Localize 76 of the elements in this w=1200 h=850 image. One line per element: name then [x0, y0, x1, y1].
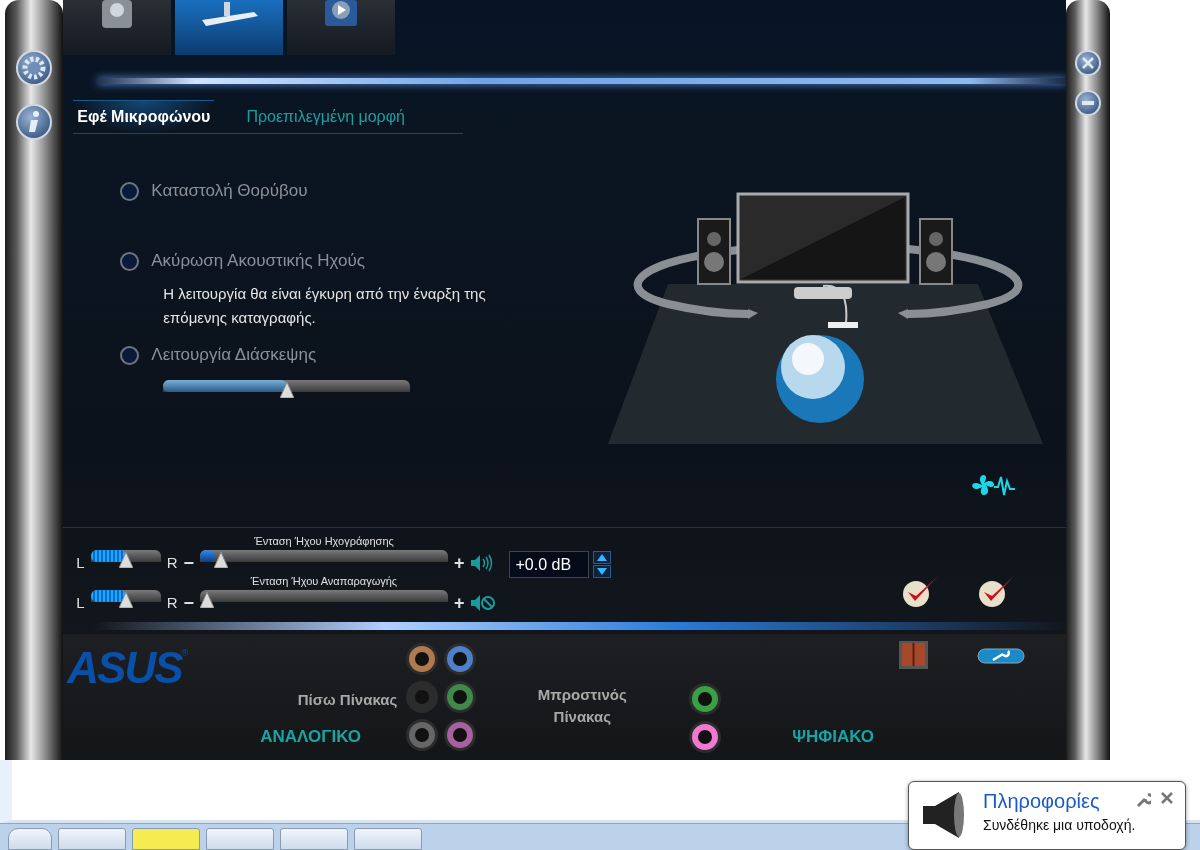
speaker-icon — [470, 554, 495, 572]
audio-jack[interactable] — [409, 646, 436, 672]
door-icon — [898, 640, 930, 670]
muted-speaker-button[interactable] — [470, 594, 495, 612]
slider-thumb[interactable] — [200, 592, 214, 608]
gain-field[interactable]: +0.0 dB — [508, 551, 589, 578]
group-label: ΨΗΦΙΑΚΟ — [791, 727, 875, 747]
audio-jack[interactable] — [692, 686, 719, 712]
taskbar-button[interactable] — [8, 828, 52, 850]
audio-jack[interactable] — [692, 724, 719, 750]
minimize-icon — [1082, 101, 1095, 105]
left-label: L — [76, 554, 85, 572]
taskbar-button[interactable] — [206, 828, 274, 850]
group-label: ΑΝΑΛΟΓΙΚΟ — [259, 727, 362, 747]
option-note: Η λειτουργία θα είναι έγκυρη από την έναρξη της επόμενης καταγραφής. — [163, 284, 487, 328]
settings-button[interactable] — [16, 50, 53, 86]
option-label: Ακύρωση Ακουστικής Ηχούς — [151, 251, 366, 271]
close-icon — [1082, 57, 1095, 69]
taskbar-button[interactable] — [354, 828, 422, 850]
registered-mark: ® — [181, 648, 189, 658]
taskbar-button[interactable] — [58, 828, 126, 850]
radio-button[interactable] — [120, 251, 140, 271]
right-label: R — [166, 594, 178, 612]
checkmark-icon — [978, 574, 1017, 608]
slider-track[interactable] — [90, 550, 161, 568]
panel-label: Πίνακας — [553, 707, 611, 727]
slider-thumb[interactable] — [214, 552, 228, 568]
speaker-button[interactable] — [470, 554, 495, 572]
check-button[interactable] — [902, 574, 941, 608]
radio-button[interactable] — [120, 345, 140, 365]
panel-label: Μπροστινός — [537, 685, 627, 705]
slider-thumb[interactable] — [118, 552, 133, 568]
triangle-down-icon — [596, 568, 607, 575]
left-label: L — [76, 594, 85, 612]
gear-icon — [21, 55, 48, 81]
info-button[interactable] — [16, 104, 53, 140]
slider-track[interactable] — [90, 590, 161, 608]
effect-tab[interactable]: Προεπιλεγμένη μορφή — [242, 100, 409, 133]
minus-label: − — [183, 554, 194, 572]
audio-jack[interactable] — [447, 722, 474, 748]
slider-track[interactable] — [163, 380, 411, 398]
plus-label: + — [454, 554, 465, 572]
checkmark-icon — [902, 574, 941, 608]
minus-label: − — [183, 594, 194, 612]
slider-thumb[interactable] — [279, 382, 294, 398]
device-tab[interactable] — [63, 0, 172, 55]
option-label: Καταστολή Θορύβου — [151, 181, 308, 201]
triangle-up-icon — [596, 554, 607, 561]
spin-up-button[interactable] — [592, 551, 611, 564]
plus-label: + — [454, 594, 465, 612]
slider-title: Ένταση Ήχου Αναπαραγωγής — [250, 575, 398, 587]
panel-label: Πίσω Πίνακας — [296, 690, 399, 708]
notification-title: Πληροφορίες — [983, 790, 1101, 813]
slider-title: Ένταση Ήχου Ηχογράφησης — [254, 535, 394, 547]
logo-text: ASUS — [67, 648, 182, 688]
slider-track[interactable] — [200, 550, 448, 568]
check-button[interactable] — [978, 574, 1017, 608]
slider-track[interactable] — [200, 590, 448, 608]
slider-thumb[interactable] — [118, 592, 133, 608]
device-tab[interactable] — [287, 0, 396, 55]
audio-jack[interactable] — [409, 722, 436, 748]
audio-jack[interactable] — [447, 684, 474, 710]
notification-message: Συνδέθηκε μια υποδοχή. — [983, 817, 1136, 833]
audio-jack[interactable] — [447, 646, 474, 672]
close-button[interactable] — [1075, 50, 1102, 76]
effect-tab[interactable]: Εφέ Μικροφώνου — [73, 100, 215, 133]
device-tab[interactable] — [175, 0, 284, 55]
close-icon — [1161, 792, 1173, 804]
spin-down-button[interactable] — [592, 565, 611, 578]
right-label: R — [166, 554, 178, 572]
option-label: Λειτουργία Διάσκεψης — [151, 345, 317, 365]
door-button[interactable] — [898, 640, 930, 670]
minimize-button[interactable] — [1075, 90, 1102, 116]
speaker-muted-icon — [470, 594, 495, 612]
radio-button[interactable] — [120, 181, 140, 201]
taskbar-button[interactable] — [280, 828, 348, 850]
